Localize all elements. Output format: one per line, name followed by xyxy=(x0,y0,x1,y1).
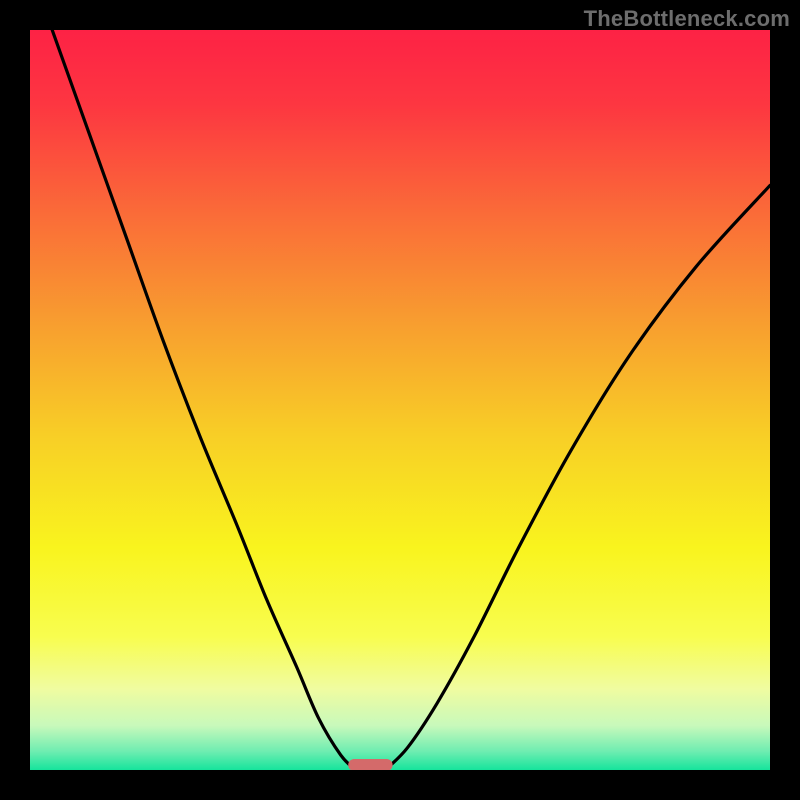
watermark-text: TheBottleneck.com xyxy=(584,6,790,32)
plot-area xyxy=(30,30,770,770)
gradient-background xyxy=(30,30,770,770)
chart-canvas xyxy=(30,30,770,770)
min-marker xyxy=(348,759,392,770)
